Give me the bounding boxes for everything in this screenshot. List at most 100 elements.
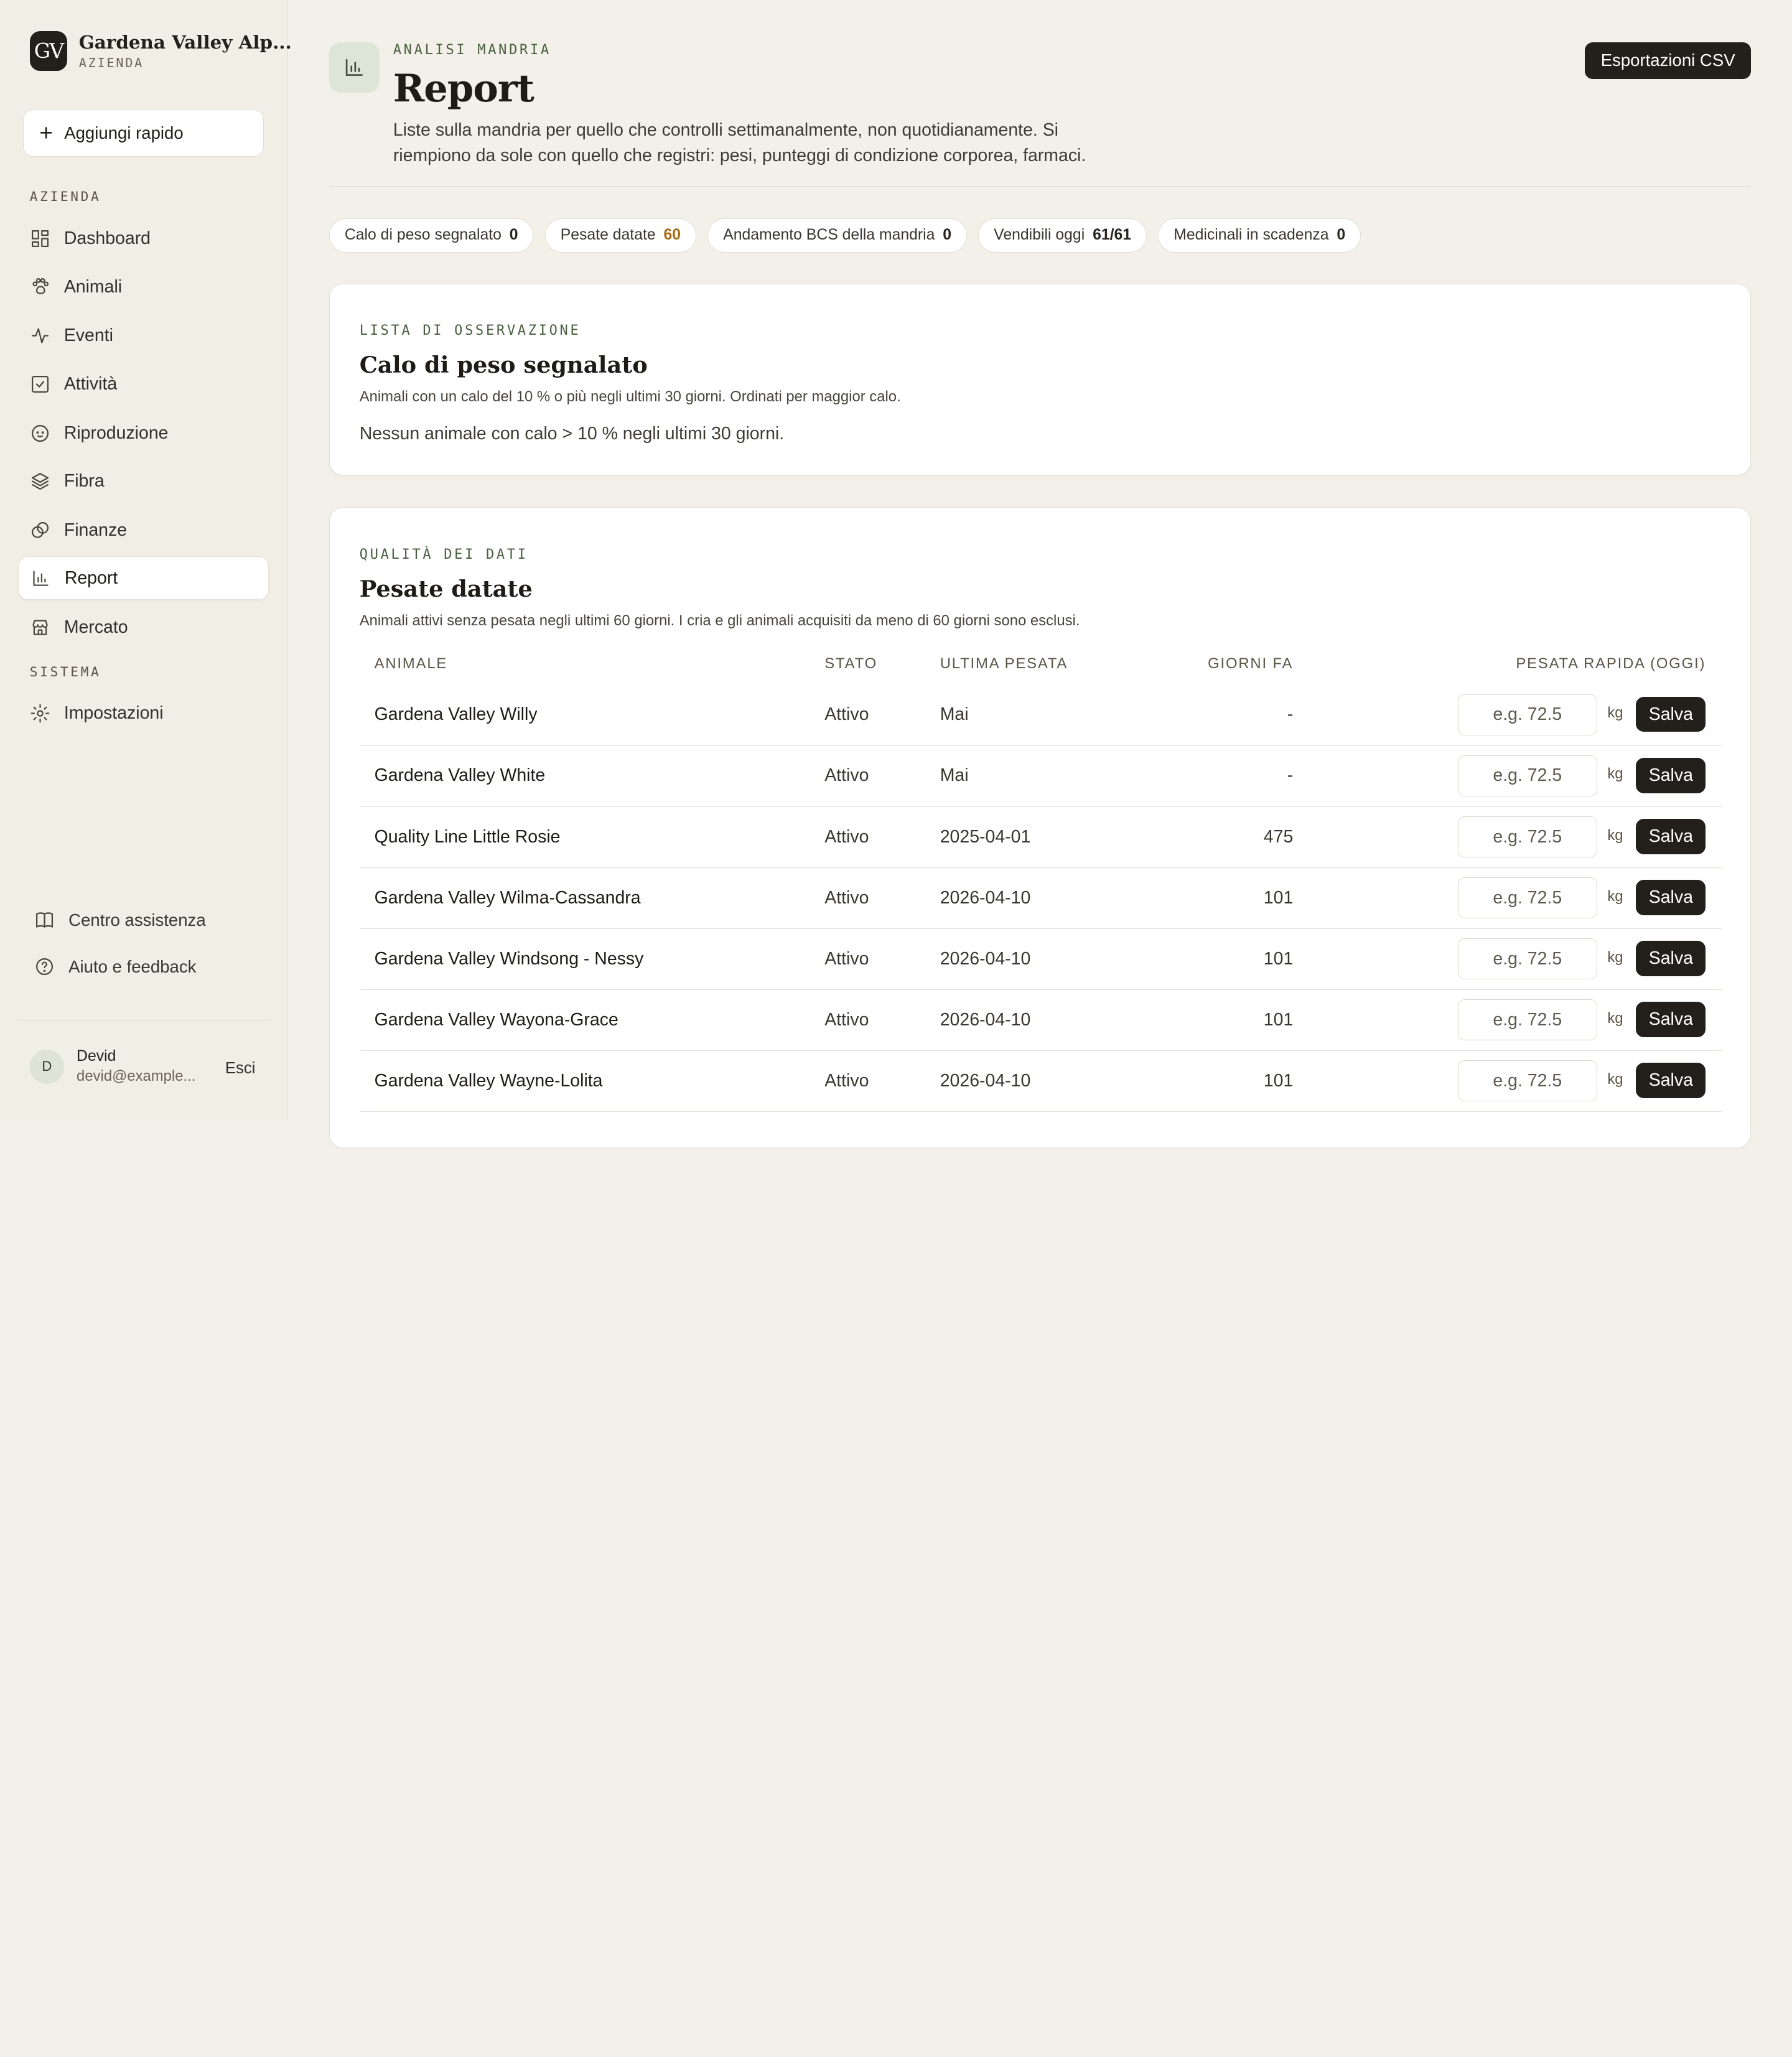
sidebar-item-animali[interactable]: Animali [18,265,268,309]
sidebar-item-attivita[interactable]: Attività [18,362,268,406]
baby-icon [31,424,49,442]
sidebar-item-mercato[interactable]: Mercato [18,605,268,649]
help-center-link[interactable]: Centro assistenza [34,910,206,930]
sidebar-item-fibra[interactable]: Fibra [18,459,268,503]
animal-name[interactable]: Gardena Valley Willy [375,704,538,725]
user-email: devid@example... [77,1067,196,1084]
last-weight-date: Mai [940,765,969,786]
save-button[interactable]: Salva [1636,757,1706,793]
sidebar: GV Gardena Valley Alp... AZIENDA + Aggiu… [0,0,292,1120]
days-ago: - [1287,765,1294,786]
days-ago: 101 [1263,887,1294,908]
chip-count: 0 [943,226,952,244]
quick-weight-input[interactable] [1457,1060,1597,1102]
book-icon [36,912,54,928]
table-row[interactable]: Quality Line Little Rosie Attivo 2025-04… [359,807,1722,868]
animal-name[interactable]: Gardena Valley Wilma-Cassandra [375,888,641,908]
save-button[interactable]: Salva [1636,1063,1706,1098]
chip-weight-loss[interactable]: Calo di peso segnalato 0 [329,218,534,253]
save-button[interactable]: Salva [1636,818,1706,854]
table-header: ANIMALE STATO ULTIMA PESATA GIORNI FA PE… [360,655,1722,678]
quick-weight-input[interactable] [1457,755,1597,797]
animal-status: Attivo [824,704,869,725]
last-weight-date: 2026-04-10 [940,1070,1031,1091]
chip-sellable-today[interactable]: Vendibili oggi 61/61 [978,218,1147,253]
animal-name[interactable]: Gardena Valley Windsong - Nessy [375,949,644,969]
watchlist-card: LISTA DI OSSERVAZIONE Calo di peso segna… [329,283,1751,476]
chip-label: Pesate datate [560,226,656,244]
animal-name[interactable]: Quality Line Little Rosie [375,827,561,847]
unit-label: kg [1607,1070,1623,1088]
quick-add-button[interactable]: + Aggiungi rapido [22,110,264,157]
chip-stale-weights[interactable]: Pesate datate 60 [544,218,696,253]
sidebar-item-label: Finanze [63,520,128,540]
sidebar-item-label: Mercato [63,617,128,637]
animal-name[interactable]: Gardena Valley White [375,765,546,786]
page-eyebrow: ANALISI MANDRIA [393,42,551,58]
sidebar-item-eventi[interactable]: Eventi [18,314,268,358]
table-row[interactable]: Gardena Valley Willy Attivo Mai - kg Sal… [359,685,1722,746]
export-csv-button[interactable]: Esportazioni CSV [1585,42,1751,79]
sidebar-item-dashboard[interactable]: Dashboard [18,217,268,261]
chip-label: Medicinali in scadenza [1174,226,1329,244]
table-row[interactable]: Gardena Valley Wayona-Grace Attivo 2026-… [359,991,1722,1051]
feedback-label: Aiuto e feedback [68,956,197,976]
sidebar-item-report[interactable]: Report [18,556,269,600]
table-row[interactable]: Gardena Valley Wayne-Lolita Attivo 2026-… [359,1052,1722,1112]
chip-count: 0 [509,226,518,244]
sidebar-item-riproduzione[interactable]: Riproduzione [18,411,268,455]
animal-name[interactable]: Gardena Valley Wayne-Lolita [375,1071,603,1091]
animal-name[interactable]: Gardena Valley Wayona-Grace [375,1010,618,1030]
table-row[interactable]: Gardena Valley Windsong - Nessy Attivo 2… [359,929,1722,990]
gear-icon [30,704,50,722]
save-button[interactable]: Salva [1636,1001,1706,1037]
save-button[interactable]: Salva [1636,879,1706,915]
bar-chart-icon [33,571,49,586]
page-description: Liste sulla mandria per quello che contr… [393,120,1086,166]
brand[interactable]: GV Gardena Valley Alp... AZIENDA [29,30,292,71]
table-row[interactable]: Gardena Valley White Attivo Mai - kg Sal… [359,746,1722,807]
header-icon [329,42,380,93]
sidebar-item-finanze[interactable]: Finanze [18,508,268,552]
days-ago: 475 [1263,826,1294,847]
sidebar-item-label: Eventi [63,325,113,346]
chip-label: Vendibili oggi [994,226,1085,244]
animal-status: Attivo [824,1009,869,1030]
card-title: Calo di peso segnalato [359,351,648,378]
quick-weight-input[interactable] [1457,694,1597,735]
sidebar-item-impostazioni[interactable]: Impostazioni [18,691,268,735]
table-row[interactable]: Gardena Valley Wilma-Cassandra Attivo 20… [359,868,1722,929]
unit-label: kg [1607,765,1623,783]
column-header-quick-weigh: PESATA RAPIDA (OGGI) [1516,655,1706,673]
card-eyebrow: QUALITÀ DEI DATI [359,546,528,562]
section-label-azienda: AZIENDA [29,189,101,205]
days-ago: 101 [1263,1070,1294,1091]
main-content: ANALISI MANDRIA Report Liste sulla mandr… [288,0,1792,1148]
feedback-link[interactable]: Aiuto e feedback [34,956,196,977]
quick-weight-input[interactable] [1457,938,1597,980]
sidebar-item-label: Animali [63,276,123,297]
days-ago: - [1287,704,1294,725]
card-description: Animali con un calo del 10 % o più negli… [359,388,901,405]
column-header-last-weight: ULTIMA PESATA [940,655,1068,673]
save-button[interactable]: Salva [1636,696,1706,732]
chip-count: 60 [663,226,681,244]
quick-weight-input[interactable] [1457,877,1597,919]
logout-button[interactable]: Esci [225,1060,256,1078]
quick-weight-input[interactable] [1457,999,1597,1041]
brand-subtitle: AZIENDA [78,55,144,71]
chip-expiring-meds[interactable]: Medicinali in scadenza 0 [1158,218,1361,253]
last-weight-date: 2026-04-10 [940,887,1031,908]
layers-icon [31,472,49,490]
chip-label: Calo di peso segnalato [344,226,502,244]
column-header-days-ago: GIORNI FA [1208,655,1294,673]
chip-bcs-trend[interactable]: Andamento BCS della mandria 0 [707,218,967,253]
last-weight-date: 2026-04-10 [940,1009,1031,1030]
quick-weight-input[interactable] [1457,816,1597,858]
save-button[interactable]: Salva [1636,940,1706,976]
sidebar-item-label: Report [64,567,118,588]
user-profile[interactable]: D Devid devid@example... [29,1048,196,1085]
plus-icon: + [39,119,53,146]
last-weight-date: 2026-04-10 [940,948,1031,969]
quick-add-label: Aggiungi rapido [64,123,184,142]
